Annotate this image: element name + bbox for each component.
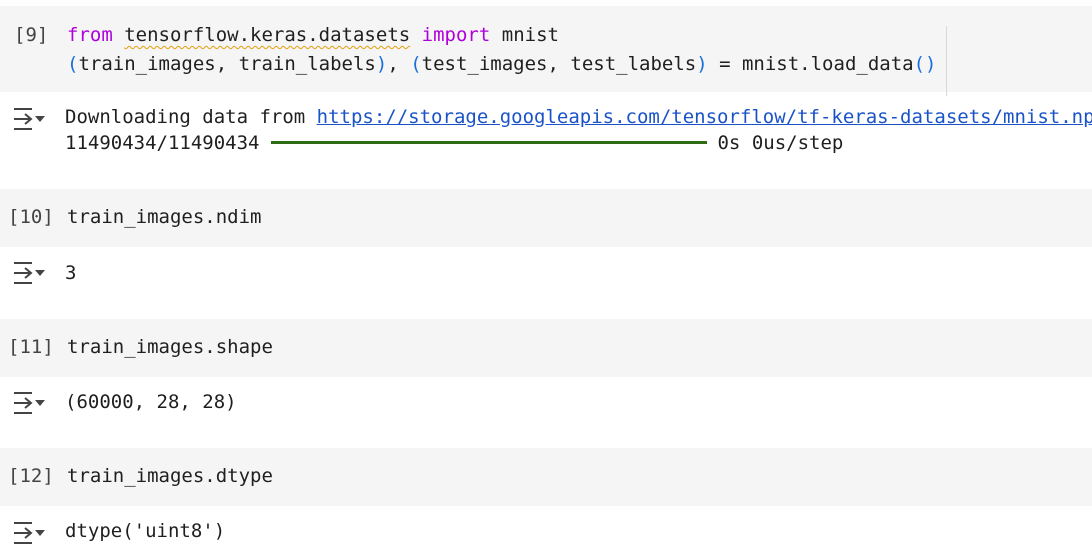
progress-time: 0s [717, 132, 741, 154]
output-collapse-icon[interactable] [12, 106, 46, 132]
paren-close: ) [375, 53, 388, 75]
cell-output: 3 [65, 262, 77, 284]
execution-count[interactable]: [11] [8, 336, 54, 358]
cell-output: dtype('uint8') [65, 520, 226, 542]
execution-count[interactable]: [12] [8, 465, 54, 487]
separator: , [387, 53, 411, 75]
dataset-link[interactable]: https://storage.googleapis.com/tensorflo… [317, 106, 1092, 128]
code-line[interactable]: train_images.shape [67, 336, 273, 358]
execution-count[interactable]: [10] [8, 206, 54, 228]
code-line-2[interactable]: (train_images, train_labels), (test_imag… [67, 53, 936, 75]
output-collapse-icon[interactable] [12, 520, 46, 546]
keyword-import: import [421, 24, 491, 46]
paren-close-2: ) [696, 53, 708, 75]
paren-open-2: ( [410, 53, 422, 75]
progress-bar [271, 141, 708, 144]
output-collapse-icon[interactable] [12, 390, 46, 416]
test-tuple: test_images, test_labels [421, 53, 697, 75]
code-line-1[interactable]: from tensorflow.keras.datasets import mn… [67, 24, 559, 46]
code-cell-10[interactable]: [10] train_images.ndim [0, 189, 1092, 247]
download-prefix: Downloading data from [65, 106, 317, 128]
train-tuple: train_images, train_labels [78, 53, 376, 75]
progress-rate: 0us/step [751, 132, 844, 154]
progress-line: 11490434/11490434 0s 0us/step [65, 132, 843, 154]
code-cell-11[interactable]: [11] train_images.shape [0, 319, 1092, 377]
paren-open: ( [67, 53, 79, 75]
progress-count: 11490434/11490434 [65, 132, 260, 154]
keyword-from: from [67, 24, 113, 46]
output-collapse-icon[interactable] [12, 260, 46, 286]
code-line[interactable]: train_images.ndim [67, 206, 261, 228]
code-line[interactable]: train_images.dtype [67, 465, 273, 487]
call-parens: () [913, 53, 937, 75]
import-name: mnist [501, 24, 559, 46]
cell-divider [946, 26, 947, 96]
assignment-call: = mnist.load_data [707, 53, 914, 75]
code-cell-9[interactable]: [9] from tensorflow.keras.datasets impor… [0, 6, 1092, 96]
cell-output: (60000, 28, 28) [65, 391, 237, 413]
execution-count[interactable]: [9] [14, 24, 48, 46]
code-cell-12[interactable]: [12] train_images.dtype [0, 448, 1092, 506]
module-name: tensorflow.keras.datasets [124, 24, 411, 46]
download-message: Downloading data from https://storage.go… [65, 106, 1092, 128]
